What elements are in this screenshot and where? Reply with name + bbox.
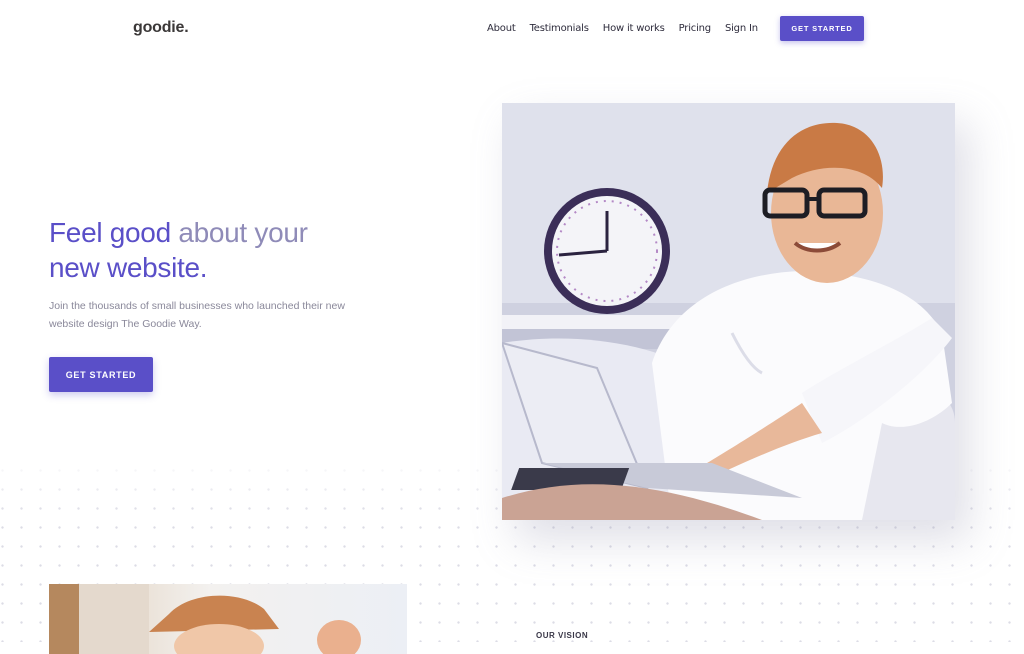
hero-title-part-b: about your [178,217,308,248]
nav-about[interactable]: About [487,23,516,34]
hero-subtitle: Join the thousands of small businesses w… [49,300,345,330]
hero-title-line2: new website. [49,252,208,283]
nav-sign-in[interactable]: Sign In [725,23,758,34]
nav-testimonials[interactable]: Testimonials [530,23,589,34]
our-vision-eyebrow: OUR VISION [536,631,589,640]
nav-get-started-button[interactable]: GET STARTED [780,16,864,41]
nav-pricing[interactable]: Pricing [679,23,712,34]
clock-image [544,188,670,314]
nav-how-it-works[interactable]: How it works [603,23,665,34]
hero-photo [502,103,955,520]
logo[interactable]: goodie. [133,19,189,37]
hero-title: Feel good about your new website. [49,215,369,285]
main-nav: About Testimonials How it works Pricing … [487,23,772,34]
hero-get-started-button[interactable]: GET STARTED [49,357,153,392]
section-photo [49,584,407,654]
hero-title-part-a: Feel good [49,217,179,248]
